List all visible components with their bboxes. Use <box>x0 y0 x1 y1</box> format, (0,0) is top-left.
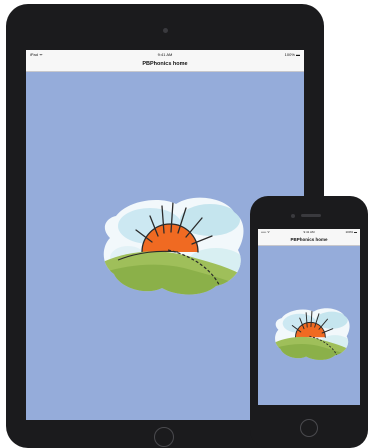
ipad-status-battery: 100% ▬ <box>284 52 300 57</box>
iphone-speaker <box>301 214 321 217</box>
iphone-nav-bar: PBPhonics home <box>258 234 360 246</box>
ipad-nav-title: PBPhonics home <box>142 61 188 67</box>
iphone-home-button[interactable] <box>300 419 318 437</box>
ipad-camera <box>163 28 168 33</box>
iphone-device-frame: ••••• ᯤ 9:41 AM 100% ▬ PBPhonics home <box>250 196 368 448</box>
iphone-screen: ••••• ᯤ 9:41 AM 100% ▬ PBPhonics home <box>258 229 360 405</box>
ipad-sunrise-logo-icon[interactable] <box>98 188 248 300</box>
ipad-home-button[interactable] <box>154 427 174 447</box>
ipad-nav-bar: PBPhonics home <box>26 58 304 72</box>
ipad-status-bar: iPad ᯤ 9:41 AM 100% ▬ <box>26 50 304 58</box>
iphone-nav-title: PBPhonics home <box>290 237 328 242</box>
iphone-sunrise-logo-icon[interactable] <box>272 303 352 363</box>
ipad-status-time: 9:41 AM <box>157 52 173 57</box>
iphone-camera <box>291 214 295 218</box>
